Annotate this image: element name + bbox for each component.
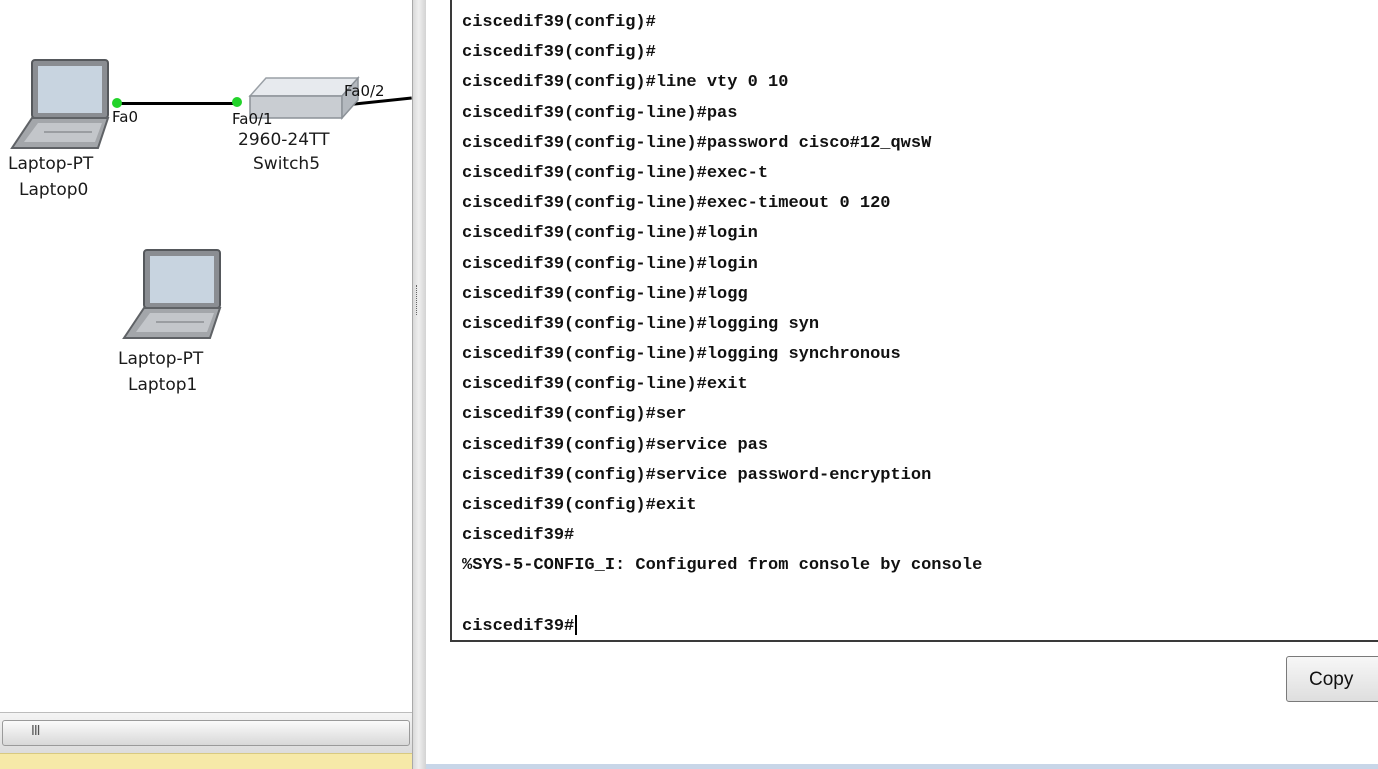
terminal-line: ciscedif39(config-line)#login <box>462 250 982 280</box>
switch5-port-fa01-label: Fa0/1 <box>232 110 273 128</box>
terminal-line: ciscedif39(config)#line vty 0 10 <box>462 68 982 98</box>
terminal-line-text: ciscedif39(config-line)#password cisco#1… <box>462 133 932 153</box>
terminal-line: ciscedif39(config)#service pas <box>462 431 982 461</box>
terminal-line: %SYS-5-CONFIG_I: Configured from console… <box>462 551 982 581</box>
terminal-line-text: ciscedif39(config-line)#exec-timeout 0 1… <box>462 194 891 214</box>
terminal-line-text: ciscedif39(config-line)#exit <box>462 375 748 395</box>
cable-laptop0-switch5[interactable] <box>116 102 240 105</box>
terminal-line-text: ciscedif39(config)# <box>462 13 656 32</box>
terminal-line-text: ciscedif39(config-line)#login <box>462 254 758 274</box>
splitter-grip-icon <box>416 285 420 315</box>
laptop0-icon[interactable] <box>4 56 114 157</box>
status-strip <box>0 753 412 769</box>
scrollbar-thumb[interactable]: III <box>2 720 410 746</box>
terminal-line: ciscedif39(config)# <box>462 8 982 38</box>
cli-terminal[interactable]: ciscedif39(config)# ciscedif39(config)# ci… <box>450 0 1378 642</box>
terminal-line-text: ciscedif39(config-line)#logging synchron… <box>462 345 901 365</box>
terminal-line-text: ciscedif39(config)#ser <box>462 405 687 425</box>
laptop1-name-label: Laptop1 <box>128 375 198 395</box>
scrollbar-grip-icon: III <box>31 724 40 739</box>
terminal-line-text: ciscedif39# <box>462 616 575 636</box>
terminal-line-text: ciscedif39(config-line)#login <box>462 224 758 244</box>
terminal-line-text: %SYS-5-CONFIG_I: Configured from console… <box>462 556 983 576</box>
terminal-line: ciscedif39(config-line)#logging synchron… <box>462 340 982 370</box>
terminal-line: ciscedif39(config)#ser <box>462 400 982 430</box>
switch5-port-fa02-label: Fa0/2 <box>344 82 385 100</box>
terminal-line-text: ciscedif39(config-line)#pas <box>462 103 738 123</box>
panel-border <box>426 764 1378 769</box>
laptop0-name-label: Laptop0 <box>19 180 89 200</box>
terminal-line-text: ciscedif39(config)#exit <box>462 496 697 515</box>
terminal-line: ciscedif39(config-line)#exit <box>462 370 982 400</box>
terminal-line: ciscedif39(config-line)#exec-t <box>462 159 982 189</box>
terminal-line-text: ciscedif39(config-line)#logging syn <box>462 314 820 334</box>
terminal-line: ciscedif39# <box>462 521 982 551</box>
terminal-line: ciscedif39(config)#exit <box>462 491 982 521</box>
terminal-line-text: ciscedif39(config)# <box>462 43 656 63</box>
terminal-line-text: ciscedif39(config)#line vty 0 10 <box>462 73 789 93</box>
topology-workspace[interactable]: Fa0 Laptop-PT Laptop0 Fa0/1 Fa0/2 2960-2… <box>0 0 412 769</box>
terminal-line-text: ciscedif39(config)#service password-encr… <box>462 465 932 485</box>
laptop1-icon[interactable] <box>116 246 226 347</box>
terminal-line: ciscedif39(config-line)#login <box>462 219 982 249</box>
terminal-line: ciscedif39# <box>462 612 982 640</box>
terminal-line: ciscedif39(config-line)#exec-timeout 0 1… <box>462 189 982 219</box>
terminal-line: ciscedif39(config-line)#logging syn <box>462 310 982 340</box>
terminal-line: ciscedif39(config-line)#pas <box>462 99 982 129</box>
switch5-model-label: 2960-24TT <box>238 130 330 150</box>
terminal-line-text: ciscedif39(config)#service pas <box>462 435 769 455</box>
copy-button[interactable]: Copy <box>1286 656 1378 702</box>
terminal-line-text: ciscedif39(config-line)#exec-t <box>462 163 769 183</box>
laptop1-type-label: Laptop-PT <box>118 349 204 369</box>
link-up-indicator <box>232 97 242 107</box>
terminal-output: ciscedif39(config)# ciscedif39(config)# ci… <box>462 8 982 640</box>
terminal-line: ciscedif39(config-line)#logg <box>462 280 982 310</box>
text-cursor <box>575 615 578 636</box>
terminal-line-text: ciscedif39(config-line)#logg <box>462 284 748 304</box>
terminal-line-text: ciscedif39# <box>462 526 575 546</box>
terminal-line: ciscedif39(config)# <box>462 38 982 68</box>
laptop0-port-label: Fa0 <box>112 108 138 126</box>
switch5-name-label: Switch5 <box>253 154 321 174</box>
pane-splitter[interactable] <box>412 0 427 769</box>
terminal-line: ciscedif39(config-line)#password cisco#1… <box>462 129 982 159</box>
laptop0-type-label: Laptop-PT <box>8 154 94 174</box>
terminal-line: ciscedif39(config)#service password-encr… <box>462 461 982 491</box>
horizontal-scrollbar[interactable]: III <box>0 712 412 753</box>
cli-panel: ciscedif39(config)# ciscedif39(config)# ci… <box>426 0 1378 769</box>
